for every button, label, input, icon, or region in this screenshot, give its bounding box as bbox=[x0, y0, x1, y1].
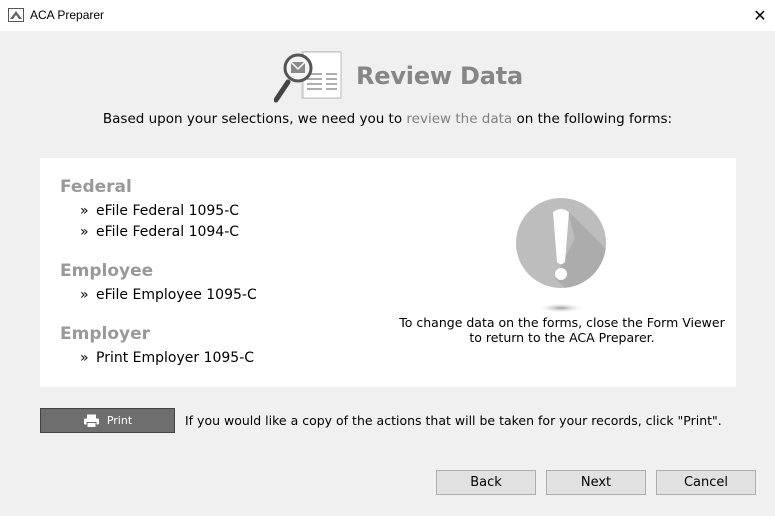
printer-icon bbox=[83, 414, 99, 428]
close-button[interactable]: ✕ bbox=[745, 0, 775, 31]
list-item-label: eFile Federal 1094-C bbox=[96, 224, 240, 240]
group-title-employer: Employer bbox=[60, 324, 150, 344]
notice-line-1: To change data on the forms, close the F… bbox=[399, 315, 725, 330]
bullet: » bbox=[80, 350, 89, 366]
window-title: ACA Preparer bbox=[30, 8, 105, 22]
title-bar: ACA Preparer ✕ bbox=[0, 0, 775, 31]
group-title-federal: Federal bbox=[60, 177, 132, 197]
intro-before: Based upon your selections, we need you … bbox=[102, 111, 407, 127]
intro-highlight: review the data bbox=[406, 111, 513, 127]
list-item: » eFile Employee 1095-C bbox=[80, 287, 257, 303]
page-title: Review Data bbox=[356, 62, 524, 90]
bullet: » bbox=[80, 287, 89, 303]
list-item: » eFile Federal 1095-C bbox=[80, 203, 239, 219]
magnifier-document-icon bbox=[274, 51, 342, 103]
exclamation-icon bbox=[516, 198, 606, 313]
notice-line-2: to return to the ACA Preparer. bbox=[469, 330, 655, 345]
bullet: » bbox=[80, 224, 89, 240]
print-hint-text: If you would like a copy of the actions … bbox=[185, 413, 722, 428]
list-item-label: eFile Federal 1095-C bbox=[96, 203, 240, 219]
list-item-label: Print Employer 1095-C bbox=[96, 350, 255, 366]
print-button[interactable]: Print bbox=[40, 408, 175, 433]
intro-after: on the following forms: bbox=[512, 111, 673, 127]
list-item-label: eFile Employee 1095-C bbox=[96, 287, 257, 303]
back-button[interactable]: Back bbox=[436, 470, 536, 495]
list-item: » Print Employer 1095-C bbox=[80, 350, 254, 366]
group-title-employee: Employee bbox=[60, 261, 154, 281]
bullet: » bbox=[80, 203, 89, 219]
close-icon: ✕ bbox=[753, 6, 767, 25]
cancel-button[interactable]: Cancel bbox=[656, 470, 756, 495]
print-label: Print bbox=[106, 414, 133, 427]
next-button[interactable]: Next bbox=[546, 470, 646, 495]
forms-panel: Federal » eFile Federal 1095-C » eFile Fed… bbox=[40, 158, 736, 387]
list-item: » eFile Federal 1094-C bbox=[80, 224, 239, 240]
intro-text: Based upon your selections, we need you … bbox=[0, 111, 775, 127]
notice-text: To change data on the forms, close the F… bbox=[396, 315, 728, 345]
aca-logo-icon bbox=[8, 8, 24, 22]
